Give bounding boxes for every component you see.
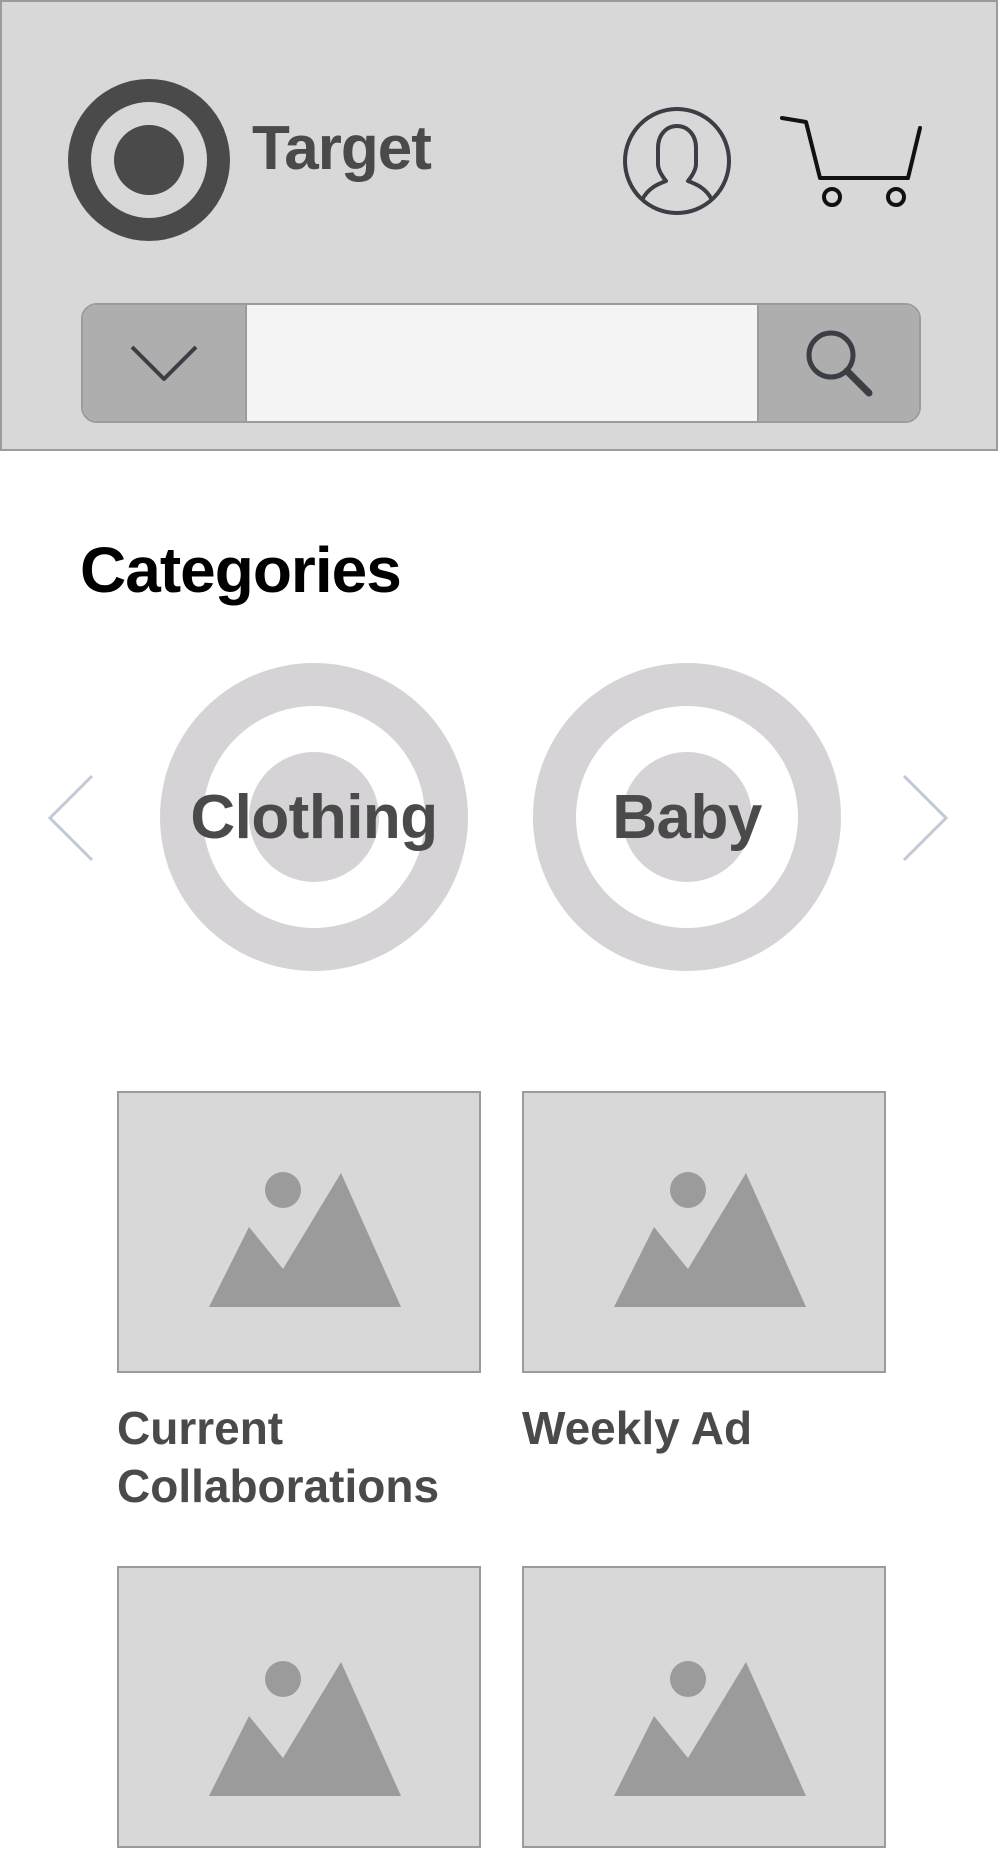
category-item-clothing[interactable]: Clothing [160, 663, 468, 971]
search-input[interactable] [247, 305, 757, 421]
promo-image [522, 1091, 886, 1373]
promo-image [117, 1091, 481, 1373]
header: Target [0, 0, 998, 451]
category-item-baby[interactable]: Baby [533, 663, 841, 971]
search-button[interactable] [757, 305, 919, 421]
category-label: Baby [612, 782, 762, 852]
chevron-down-icon [130, 345, 198, 381]
image-placeholder-icon [209, 1172, 401, 1307]
chevron-right-icon[interactable] [900, 772, 950, 864]
brand-name[interactable]: Target [252, 118, 432, 180]
search-category-dropdown[interactable] [83, 305, 247, 421]
promo-label: Weekly Ad [522, 1402, 753, 1454]
image-placeholder-icon [614, 1661, 806, 1796]
promo-card[interactable] [117, 1566, 481, 1848]
promo-label: Current Collaborations [117, 1402, 440, 1512]
promo-card-current-collaborations[interactable]: Current Collaborations [117, 1091, 481, 1515]
promo-card[interactable] [522, 1566, 886, 1848]
categories-title: Categories [80, 534, 402, 606]
category-label: Clothing [190, 782, 438, 852]
bullseye-logo-icon[interactable] [68, 79, 230, 241]
user-account-icon[interactable] [622, 106, 732, 216]
promo-card-weekly-ad[interactable]: Weekly Ad [522, 1091, 886, 1457]
promo-image [117, 1566, 481, 1848]
image-placeholder-icon [209, 1661, 401, 1796]
search-icon [806, 330, 873, 397]
search-bar [81, 303, 921, 423]
chevron-left-icon[interactable] [46, 772, 96, 864]
image-placeholder-icon [614, 1172, 806, 1307]
promo-image [522, 1566, 886, 1848]
shopping-cart-icon[interactable] [778, 112, 924, 212]
